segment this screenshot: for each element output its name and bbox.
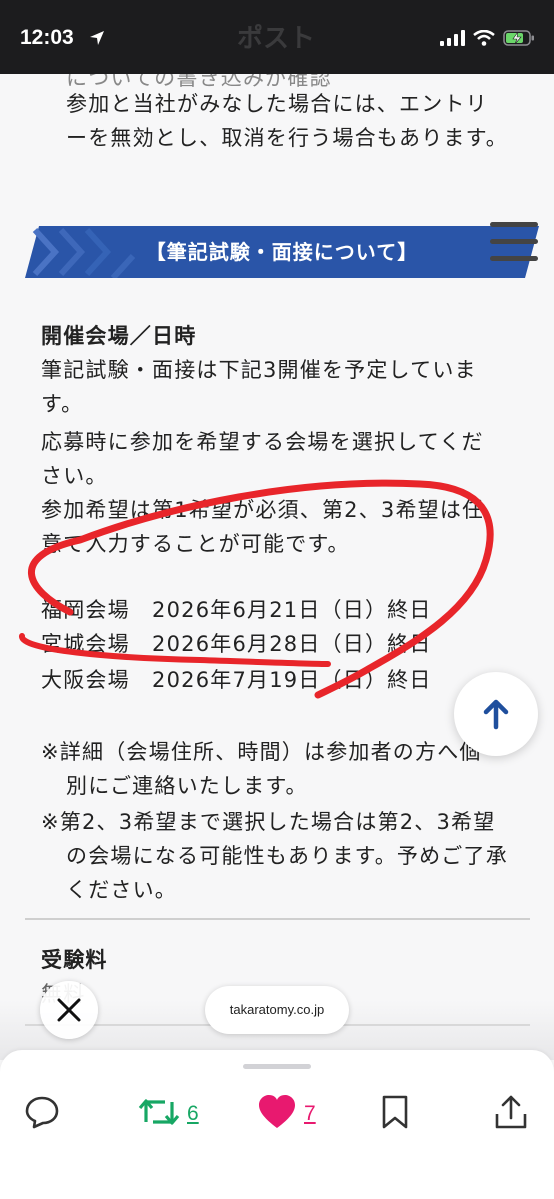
status-bar: ポスト 12:03: [0, 0, 554, 74]
close-button[interactable]: [40, 981, 98, 1039]
cellular-signal-icon: [440, 30, 465, 46]
venue-date: 2026年6月28日（日）終日: [152, 632, 432, 656]
status-time: 12:03: [20, 26, 74, 49]
section-banner: 【筆記試験・面接について】: [25, 226, 539, 278]
like-count[interactable]: 7: [304, 1102, 316, 1126]
venue-name: 宮城会場: [41, 632, 130, 656]
retweet-icon[interactable]: [137, 1094, 181, 1130]
section-divider: [25, 918, 530, 920]
heart-icon[interactable]: [257, 1094, 297, 1130]
venue-row: 宮城会場 2026年6月28日（日）終日: [41, 628, 432, 658]
fee-heading: 受験料: [41, 948, 108, 972]
paragraph-line: 応募時に参加を希望する会場を選択してくだ: [41, 430, 484, 454]
note-line: ※詳細（会場住所、時間）は参加者の方へ個: [41, 740, 482, 764]
note-line: ※第2、3希望まで選択した場合は第2、3希望: [41, 810, 496, 834]
note-line: 別にご連絡いたします。: [66, 774, 308, 798]
link-chip[interactable]: takaratomy.co.jp: [205, 986, 349, 1034]
venue-date: 2026年6月21日（日）終日: [152, 598, 432, 622]
section-heading: 開催会場／日時: [41, 324, 197, 348]
battery-charging-icon: [503, 30, 534, 46]
note-line: ください。: [66, 878, 177, 902]
reply-icon[interactable]: [24, 1094, 60, 1130]
intro-line: ーを無効とし、取消を行う場合もあります。: [66, 126, 508, 150]
paragraph-line: す。: [41, 392, 84, 416]
note-line: の会場になる可能性もあります。予めご了承: [66, 844, 508, 868]
sheet-grabber[interactable]: [243, 1064, 311, 1069]
paragraph-line: 意で入力することが可能です。: [41, 532, 350, 556]
arrow-up-icon: [483, 699, 509, 730]
paragraph-line: さい。: [41, 464, 108, 488]
location-arrow-icon: [90, 31, 104, 45]
venue-name: 大阪会場: [41, 668, 130, 692]
intro-line: 参加と当社がみなした場合には、エントリ: [66, 92, 488, 116]
banner-title: 【筆記試験・面接について】: [145, 240, 419, 264]
share-icon[interactable]: [494, 1094, 528, 1130]
retweet-count[interactable]: 6: [187, 1102, 199, 1126]
paragraph-line: 筆記試験・面接は下記3開催を予定していま: [41, 358, 477, 382]
close-icon: [57, 998, 81, 1022]
venue-date: 2026年7月19日（日）終日: [152, 668, 432, 692]
menu-icon[interactable]: [490, 220, 538, 264]
bookmark-icon[interactable]: [380, 1094, 410, 1130]
venue-row: 大阪会場 2026年7月19日（日）終日: [41, 664, 432, 694]
paragraph-line: 参加希望は第1希望が必須、第2、3希望は任: [41, 498, 485, 522]
action-bar: 6 7: [0, 1050, 554, 1199]
wifi-icon: [473, 30, 495, 46]
venue-row: 福岡会場 2026年6月21日（日）終日: [41, 594, 432, 624]
scroll-to-top-button[interactable]: [454, 672, 538, 756]
page-title: ポスト: [237, 24, 316, 54]
venue-name: 福岡会場: [41, 598, 130, 622]
